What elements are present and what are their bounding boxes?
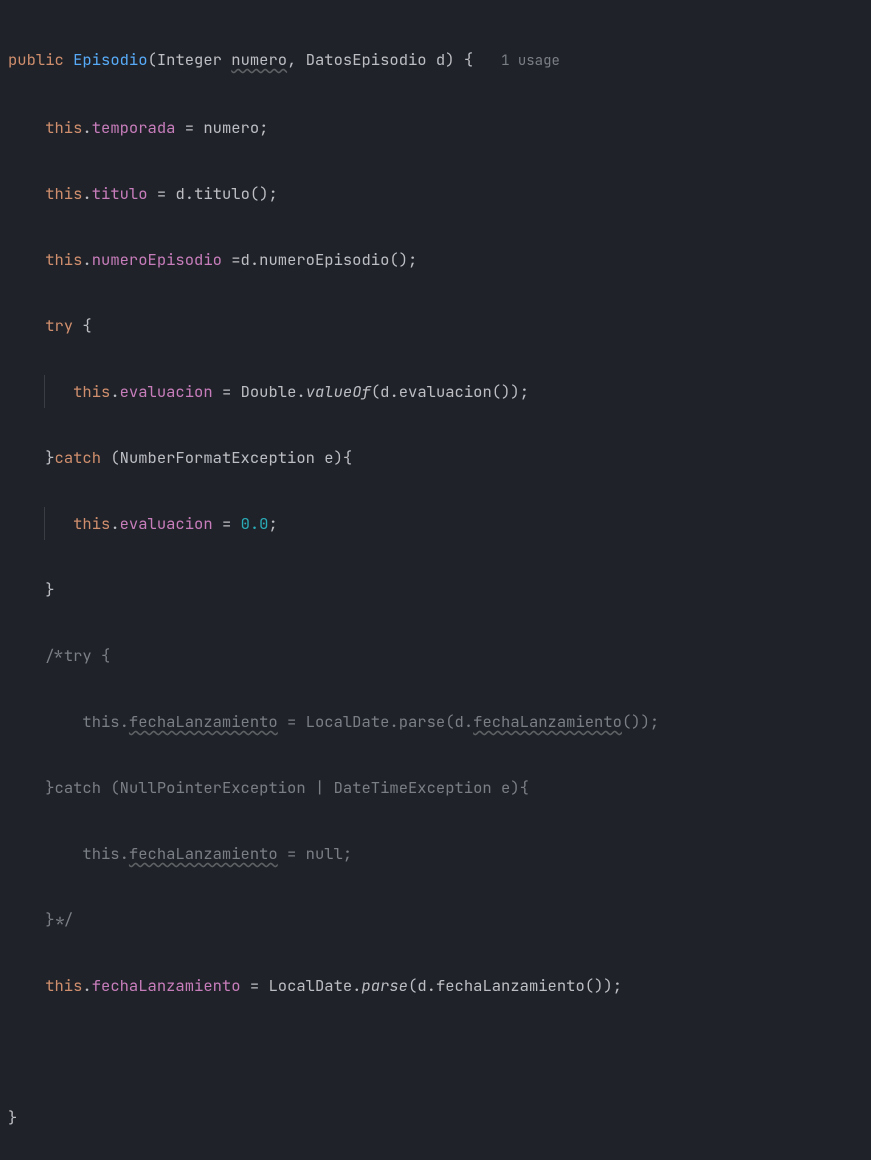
code-line[interactable]: this.fechaLanzamiento = LocalDate.parse(…	[8, 705, 863, 738]
code-line[interactable]: this.fechaLanzamiento = LocalDate.parse(…	[8, 969, 863, 1002]
ref-numero: numero	[203, 117, 259, 138]
method-fechalanzamiento: fechaLanzamiento	[436, 975, 585, 996]
brace-close: }	[45, 579, 54, 600]
paren-open: (	[148, 49, 157, 70]
code-line[interactable]: }*/	[8, 903, 863, 936]
field-numeroepisodio: numeroEpisodio	[92, 249, 222, 270]
brace-open: {	[343, 447, 352, 468]
keyword-this: this	[45, 249, 82, 270]
keyword-public: public	[8, 49, 64, 70]
keyword-this: this	[45, 117, 82, 138]
code-line[interactable]: this.temporada = numero;	[8, 111, 863, 144]
keyword-try: try	[45, 315, 73, 336]
comment-text: try	[64, 645, 92, 666]
code-line[interactable]: }	[8, 1101, 863, 1134]
field-evaluacion: evaluacion	[120, 513, 213, 534]
code-line[interactable]: this.evaluacion = Double.valueOf(d.evalu…	[8, 375, 863, 408]
code-line[interactable]: this.numeroEpisodio =d.numeroEpisodio();	[8, 243, 863, 276]
code-line[interactable]: /*try {	[8, 639, 863, 672]
keyword-this: this	[45, 975, 82, 996]
code-line[interactable]: this.fechaLanzamiento = null;	[8, 837, 863, 870]
field-titulo: titulo	[92, 183, 148, 204]
keyword-this: this	[45, 183, 82, 204]
code-line[interactable]: }catch (NullPointerException | DateTimeE…	[8, 771, 863, 804]
field-evaluacion: evaluacion	[120, 381, 213, 402]
ref-d: d	[417, 975, 426, 996]
literal-zero: 0.0	[241, 513, 269, 534]
code-editor[interactable]: public Episodio(Integer numero, DatosEpi…	[0, 0, 871, 1160]
type-datosepisodio: DatosEpisodio	[306, 49, 427, 70]
method-parse: parse	[361, 975, 408, 996]
field-temporada: temporada	[92, 117, 176, 138]
brace-open: {	[464, 49, 473, 70]
code-line[interactable]: this.titulo = d.titulo();	[8, 177, 863, 210]
constructor-name: Episodio	[73, 49, 147, 70]
ref-d: d	[175, 183, 184, 204]
code-line[interactable]: this.evaluacion = 0.0;	[8, 507, 863, 540]
type-localdate: LocalDate	[268, 975, 352, 996]
type-nfe: NumberFormatException	[120, 447, 315, 468]
usage-inlay-hint[interactable]: 1 usage	[501, 52, 560, 70]
keyword-this: this	[73, 381, 110, 402]
param-e: e	[324, 447, 333, 468]
param-d: d	[436, 49, 445, 70]
comment-text: this	[82, 711, 119, 732]
keyword-this: this	[73, 513, 110, 534]
code-line[interactable]: }catch (NumberFormatException e){	[8, 441, 863, 474]
type-double: Double	[241, 381, 297, 402]
code-line[interactable]: public Episodio(Integer numero, DatosEpi…	[8, 43, 863, 78]
brace-close: }	[8, 1107, 17, 1128]
keyword-catch: catch	[55, 447, 102, 468]
method-numeroepisodio: numeroEpisodio	[259, 249, 389, 270]
ref-d: d	[241, 249, 250, 270]
brace-close: }	[45, 447, 54, 468]
param-numero: numero	[231, 49, 287, 70]
comment-end: */	[55, 909, 74, 930]
brace-open: {	[82, 315, 91, 336]
method-evaluacion: evaluacion	[399, 381, 492, 402]
method-titulo: titulo	[194, 183, 250, 204]
comment-text: fechaLanzamiento	[129, 711, 278, 732]
type-integer: Integer	[157, 49, 222, 70]
comma: ,	[287, 49, 296, 70]
paren-close: )	[445, 49, 454, 70]
code-line[interactable]: try {	[8, 309, 863, 342]
field-fechalanzamiento: fechaLanzamiento	[92, 975, 241, 996]
code-line[interactable]: }	[8, 573, 863, 606]
method-valueof: valueOf	[306, 381, 371, 402]
comment-start: /*	[45, 645, 64, 666]
code-line[interactable]	[8, 1035, 863, 1068]
